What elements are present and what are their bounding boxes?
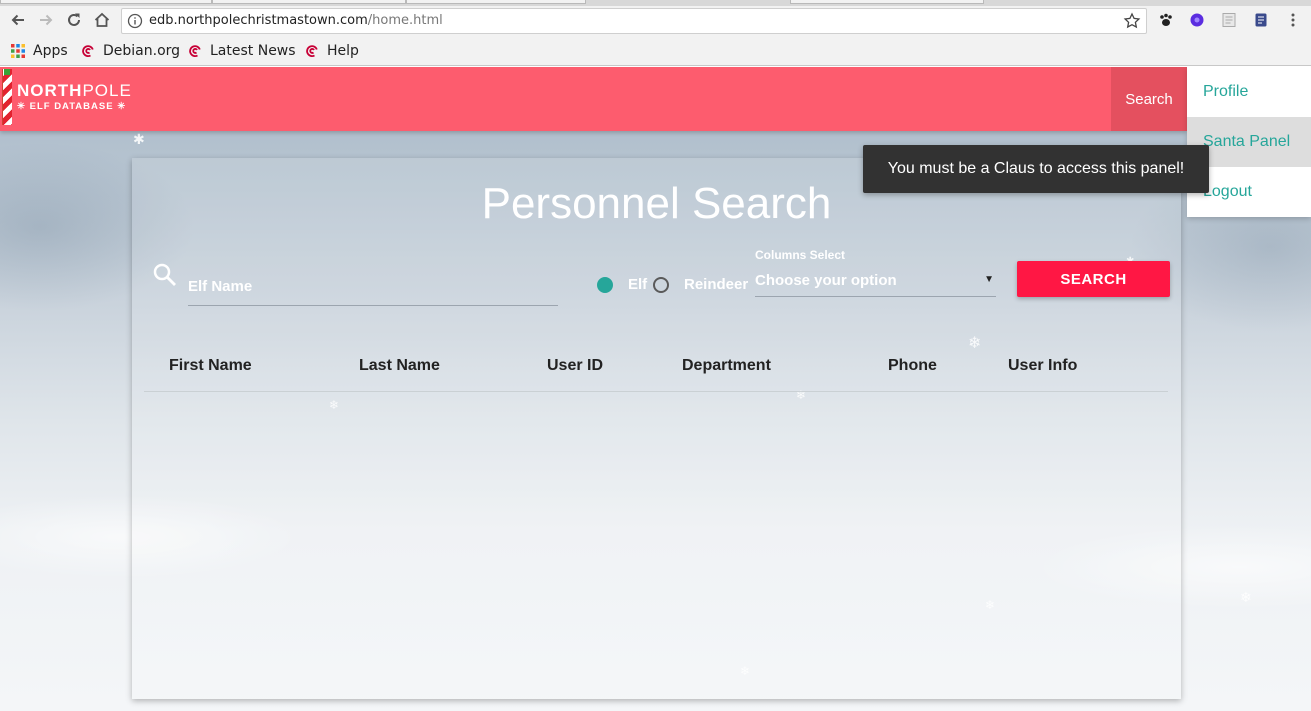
nav-search-link[interactable]: Search (1111, 67, 1187, 131)
north-pole-logo[interactable]: NORTHPOLE ✳ ELF DATABASE ✳ (2, 69, 132, 127)
bookmark-debian[interactable]: Debian.org (80, 42, 180, 60)
radio-elf[interactable] (597, 277, 613, 293)
results-table-header: First Name Last Name User ID Department … (144, 348, 1168, 392)
radio-reindeer[interactable] (653, 277, 669, 293)
url-text: edb.northpolechristmastown.com/home.html (149, 13, 443, 28)
extension-paw-icon[interactable] (1158, 12, 1174, 28)
column-header-department[interactable]: Department (682, 357, 771, 375)
extension-document-icon[interactable] (1253, 12, 1269, 28)
logo-subtitle: ELF DATABASE (29, 101, 114, 112)
browser-tab[interactable] (406, 0, 586, 4)
bookmark-label: Help (327, 43, 359, 59)
debian-icon (304, 43, 320, 59)
home-icon (94, 12, 110, 27)
snowflake-decoration: ❄ (1240, 590, 1252, 606)
search-button[interactable]: SEARCH (1017, 261, 1170, 297)
bookmarks-bar: Apps Debian.org Latest News Help (0, 36, 1311, 66)
browser-menu-icon[interactable] (1285, 12, 1301, 28)
extension-page-icon[interactable] (1221, 12, 1237, 28)
snowflake-decoration: ✱ (133, 132, 145, 148)
bookmark-label: Latest News (210, 43, 296, 59)
forward-arrow-icon (40, 14, 53, 26)
browser-toolbar: edb.northpolechristmastown.com/home.html (0, 6, 1311, 36)
bookmark-latest-news[interactable]: Latest News (187, 42, 296, 60)
bookmark-star-icon[interactable] (1123, 12, 1141, 30)
apps-grid-icon (10, 43, 26, 59)
search-icon (153, 263, 176, 286)
info-icon[interactable] (127, 13, 143, 29)
column-header-first-name[interactable]: First Name (169, 357, 252, 375)
column-header-phone[interactable]: Phone (888, 357, 937, 375)
column-header-last-name[interactable]: Last Name (359, 357, 440, 375)
columns-select-value: Choose your option (755, 272, 897, 289)
personnel-search-card: Personnel Search Elf Reindeer Columns Se… (132, 158, 1181, 699)
radio-reindeer-label[interactable]: Reindeer (684, 276, 748, 294)
back-button[interactable] (6, 8, 30, 32)
reload-button[interactable] (62, 8, 86, 32)
browser-tab[interactable] (212, 0, 406, 4)
reload-icon (68, 13, 80, 26)
bookmark-apps[interactable]: Apps (10, 42, 68, 60)
access-denied-toast: You must be a Claus to access this panel… (863, 145, 1209, 193)
candy-cane-cap (4, 69, 10, 75)
debian-icon (80, 43, 96, 59)
forward-button[interactable] (34, 8, 58, 32)
bookmark-help[interactable]: Help (304, 42, 359, 60)
app-header: NORTHPOLE ✳ ELF DATABASE ✳ Search (0, 67, 1187, 131)
column-header-user-id[interactable]: User ID (547, 357, 603, 375)
debian-icon (187, 43, 203, 59)
bookmark-label: Debian.org (103, 43, 181, 59)
back-arrow-icon (11, 14, 24, 26)
logo-text-north: NORTH (17, 81, 83, 100)
logo-text-pole: POLE (82, 81, 132, 100)
elf-name-input[interactable] (188, 268, 558, 306)
candy-cane-icon (2, 69, 12, 125)
column-header-user-info[interactable]: User Info (1008, 357, 1077, 375)
radio-elf-label[interactable]: Elf (628, 276, 647, 294)
caret-down-icon: ▼ (984, 274, 994, 285)
user-dropdown-menu: Profile Santa Panel Logout (1187, 67, 1311, 217)
columns-select-label: Columns Select (755, 248, 846, 262)
page-content: ✱ ❄ ❄ ❄ ❄ ❄ ✱ ❄ NORTHPOLE ✳ ELF DATABASE… (0, 67, 1311, 711)
browser-tab[interactable] (790, 0, 984, 4)
extension-purple-icon[interactable] (1189, 12, 1205, 28)
home-button[interactable] (90, 8, 114, 32)
columns-select[interactable]: Choose your option ▼ (755, 264, 996, 297)
menu-item-profile[interactable]: Profile (1187, 67, 1311, 117)
browser-tab[interactable] (0, 0, 212, 4)
bookmark-label: Apps (33, 43, 68, 59)
address-bar[interactable]: edb.northpolechristmastown.com/home.html (121, 8, 1147, 34)
